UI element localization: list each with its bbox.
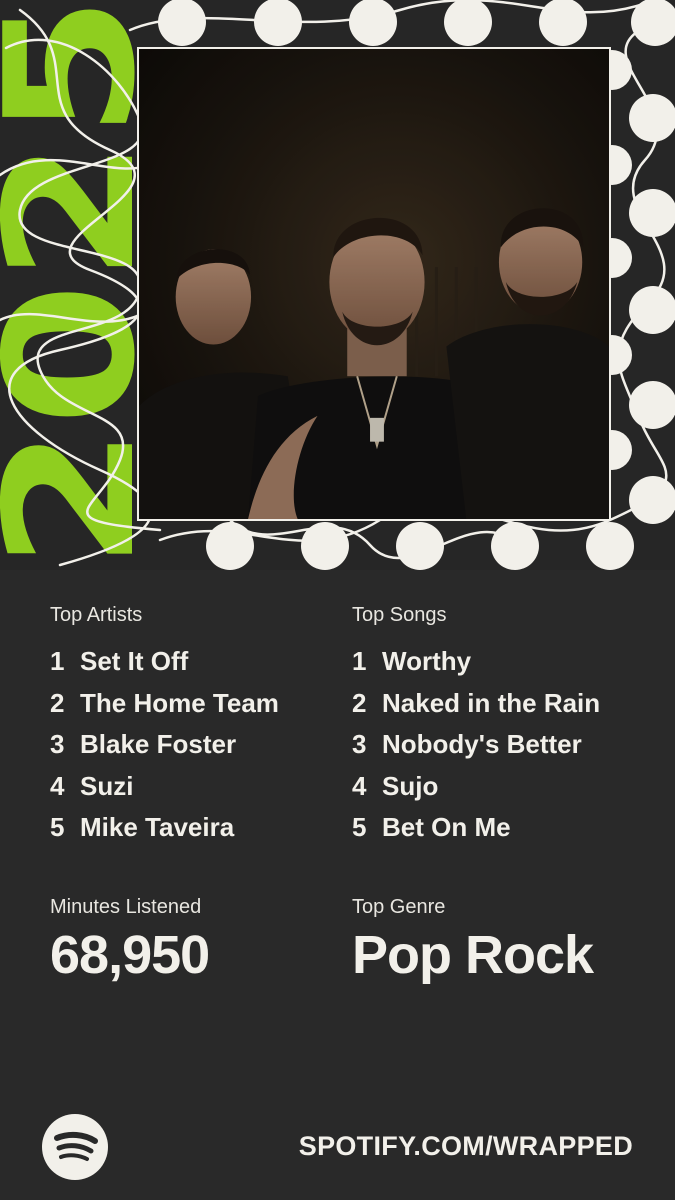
top-song-item[interactable]: 2 Naked in the Rain — [352, 683, 652, 725]
minutes-listened-section: Minutes Listened 68,950 — [50, 895, 210, 987]
top-song-item[interactable]: 1 Worthy — [352, 641, 652, 683]
rank-number: 2 — [50, 687, 65, 718]
song-title: Nobody's Better — [382, 729, 582, 759]
rank-number: 5 — [50, 812, 65, 842]
top-artist-item[interactable]: 3 Blake Foster — [50, 724, 350, 766]
top-songs-label: Top Songs — [352, 604, 447, 626]
rank-number: 5 — [352, 812, 367, 842]
minutes-listened-label: Minutes Listened — [50, 896, 202, 918]
top-artist-item[interactable]: 4 Suzi — [50, 766, 350, 808]
top-artist-item[interactable]: 1 Set It Off — [50, 641, 350, 683]
wrapped-card: 2025 Top Artists 1 Set It Off 2 The Home… — [0, 0, 675, 1200]
rank-number: 4 — [352, 770, 367, 801]
rank-number: 2 — [352, 687, 367, 718]
rank-number: 1 — [352, 646, 367, 676]
spotify-wrapped-link[interactable]: SPOTIFY.COM/WRAPPED — [299, 1128, 633, 1164]
rank-number: 1 — [50, 646, 65, 676]
song-title: Bet On Me — [382, 812, 511, 842]
spotify-logo-icon[interactable] — [42, 1114, 108, 1180]
top-artists-list: 1 Set It Off 2 The Home Team 3 Blake Foster… — [50, 641, 350, 849]
artist-name: Blake Foster — [80, 729, 237, 759]
rank-number: 4 — [50, 770, 65, 801]
rank-number: 3 — [50, 729, 65, 759]
artist-name: Set It Off — [80, 646, 189, 676]
top-genre-value: Pop Rock — [352, 925, 594, 985]
top-artist-item[interactable]: 5 Mike Taveira — [50, 807, 350, 849]
top-artist-item[interactable]: 2 The Home Team — [50, 683, 350, 725]
artist-name: Suzi — [80, 770, 134, 801]
top-artists-section: Top Artists 1 Set It Off 2 The Home Team 3… — [50, 603, 350, 849]
top-genre-section: Top Genre Pop Rock — [352, 895, 594, 987]
minutes-listened-value: 68,950 — [50, 925, 210, 985]
top-song-item[interactable]: 5 Bet On Me — [352, 807, 652, 849]
artist-name: Mike Taveira — [80, 812, 235, 842]
song-title: Naked in the Rain — [382, 687, 601, 718]
artist-photo — [137, 47, 611, 521]
top-song-item[interactable]: 3 Nobody's Better — [352, 724, 652, 766]
hero-artwork: 2025 — [0, 0, 675, 570]
top-songs-list: 1 Worthy 2 Naked in the Rain 3 Nobody's Bet… — [352, 641, 652, 849]
song-title: Sujo — [382, 770, 439, 801]
top-songs-section: Top Songs 1 Worthy 2 Naked in the Rain 3 No… — [352, 603, 652, 849]
top-song-item[interactable]: 4 Sujo — [352, 766, 652, 808]
top-artists-label: Top Artists — [50, 604, 143, 626]
rank-number: 3 — [352, 729, 367, 759]
artist-name: The Home Team — [80, 687, 279, 718]
top-genre-label: Top Genre — [352, 896, 446, 918]
song-title: Worthy — [382, 646, 472, 676]
